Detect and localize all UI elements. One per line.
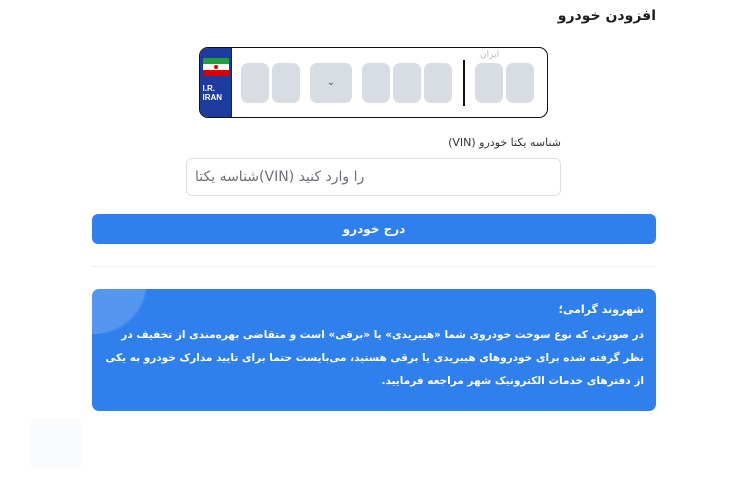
plate-digit-box-3[interactable] [362,62,390,103]
plate-country-strip: I.R. IRAN [200,48,232,117]
vin-input[interactable] [186,158,561,196]
iran-flag-icon [202,58,229,76]
plate-letter-select[interactable]: ⌄ [310,62,352,103]
license-plate-input: I.R. IRAN ⌄ ایران [199,47,548,118]
notice-box: شهروند گرامی؛ در صورتی که نوع سوخت خودرو… [92,289,656,411]
plate-digit-box-1[interactable] [241,62,269,103]
plate-divider [463,59,465,106]
notice-body: در صورتی که نوع سوخت خودروی شما «هیبریدی… [105,329,644,387]
vin-label: شناسه یکتا خودرو (VIN) [448,136,561,149]
plate-digit-box-4[interactable] [393,62,421,103]
page-title: افزودن خودرو [557,8,656,24]
divider [92,266,656,267]
plate-region-label: ایران [480,50,500,60]
plate-digit-box-5[interactable] [424,62,452,103]
floating-widget [31,418,81,468]
plate-country-code: I.R. IRAN [202,84,223,102]
plate-region-box-2[interactable] [506,62,534,103]
submit-vehicle-button[interactable]: درج خودرو [92,214,656,244]
notice-title: شهروند گرامی؛ [558,303,644,316]
chevron-down-icon: ⌄ [326,77,336,88]
plate-region-box-1[interactable] [475,62,503,103]
plate-digit-box-2[interactable] [272,62,300,103]
